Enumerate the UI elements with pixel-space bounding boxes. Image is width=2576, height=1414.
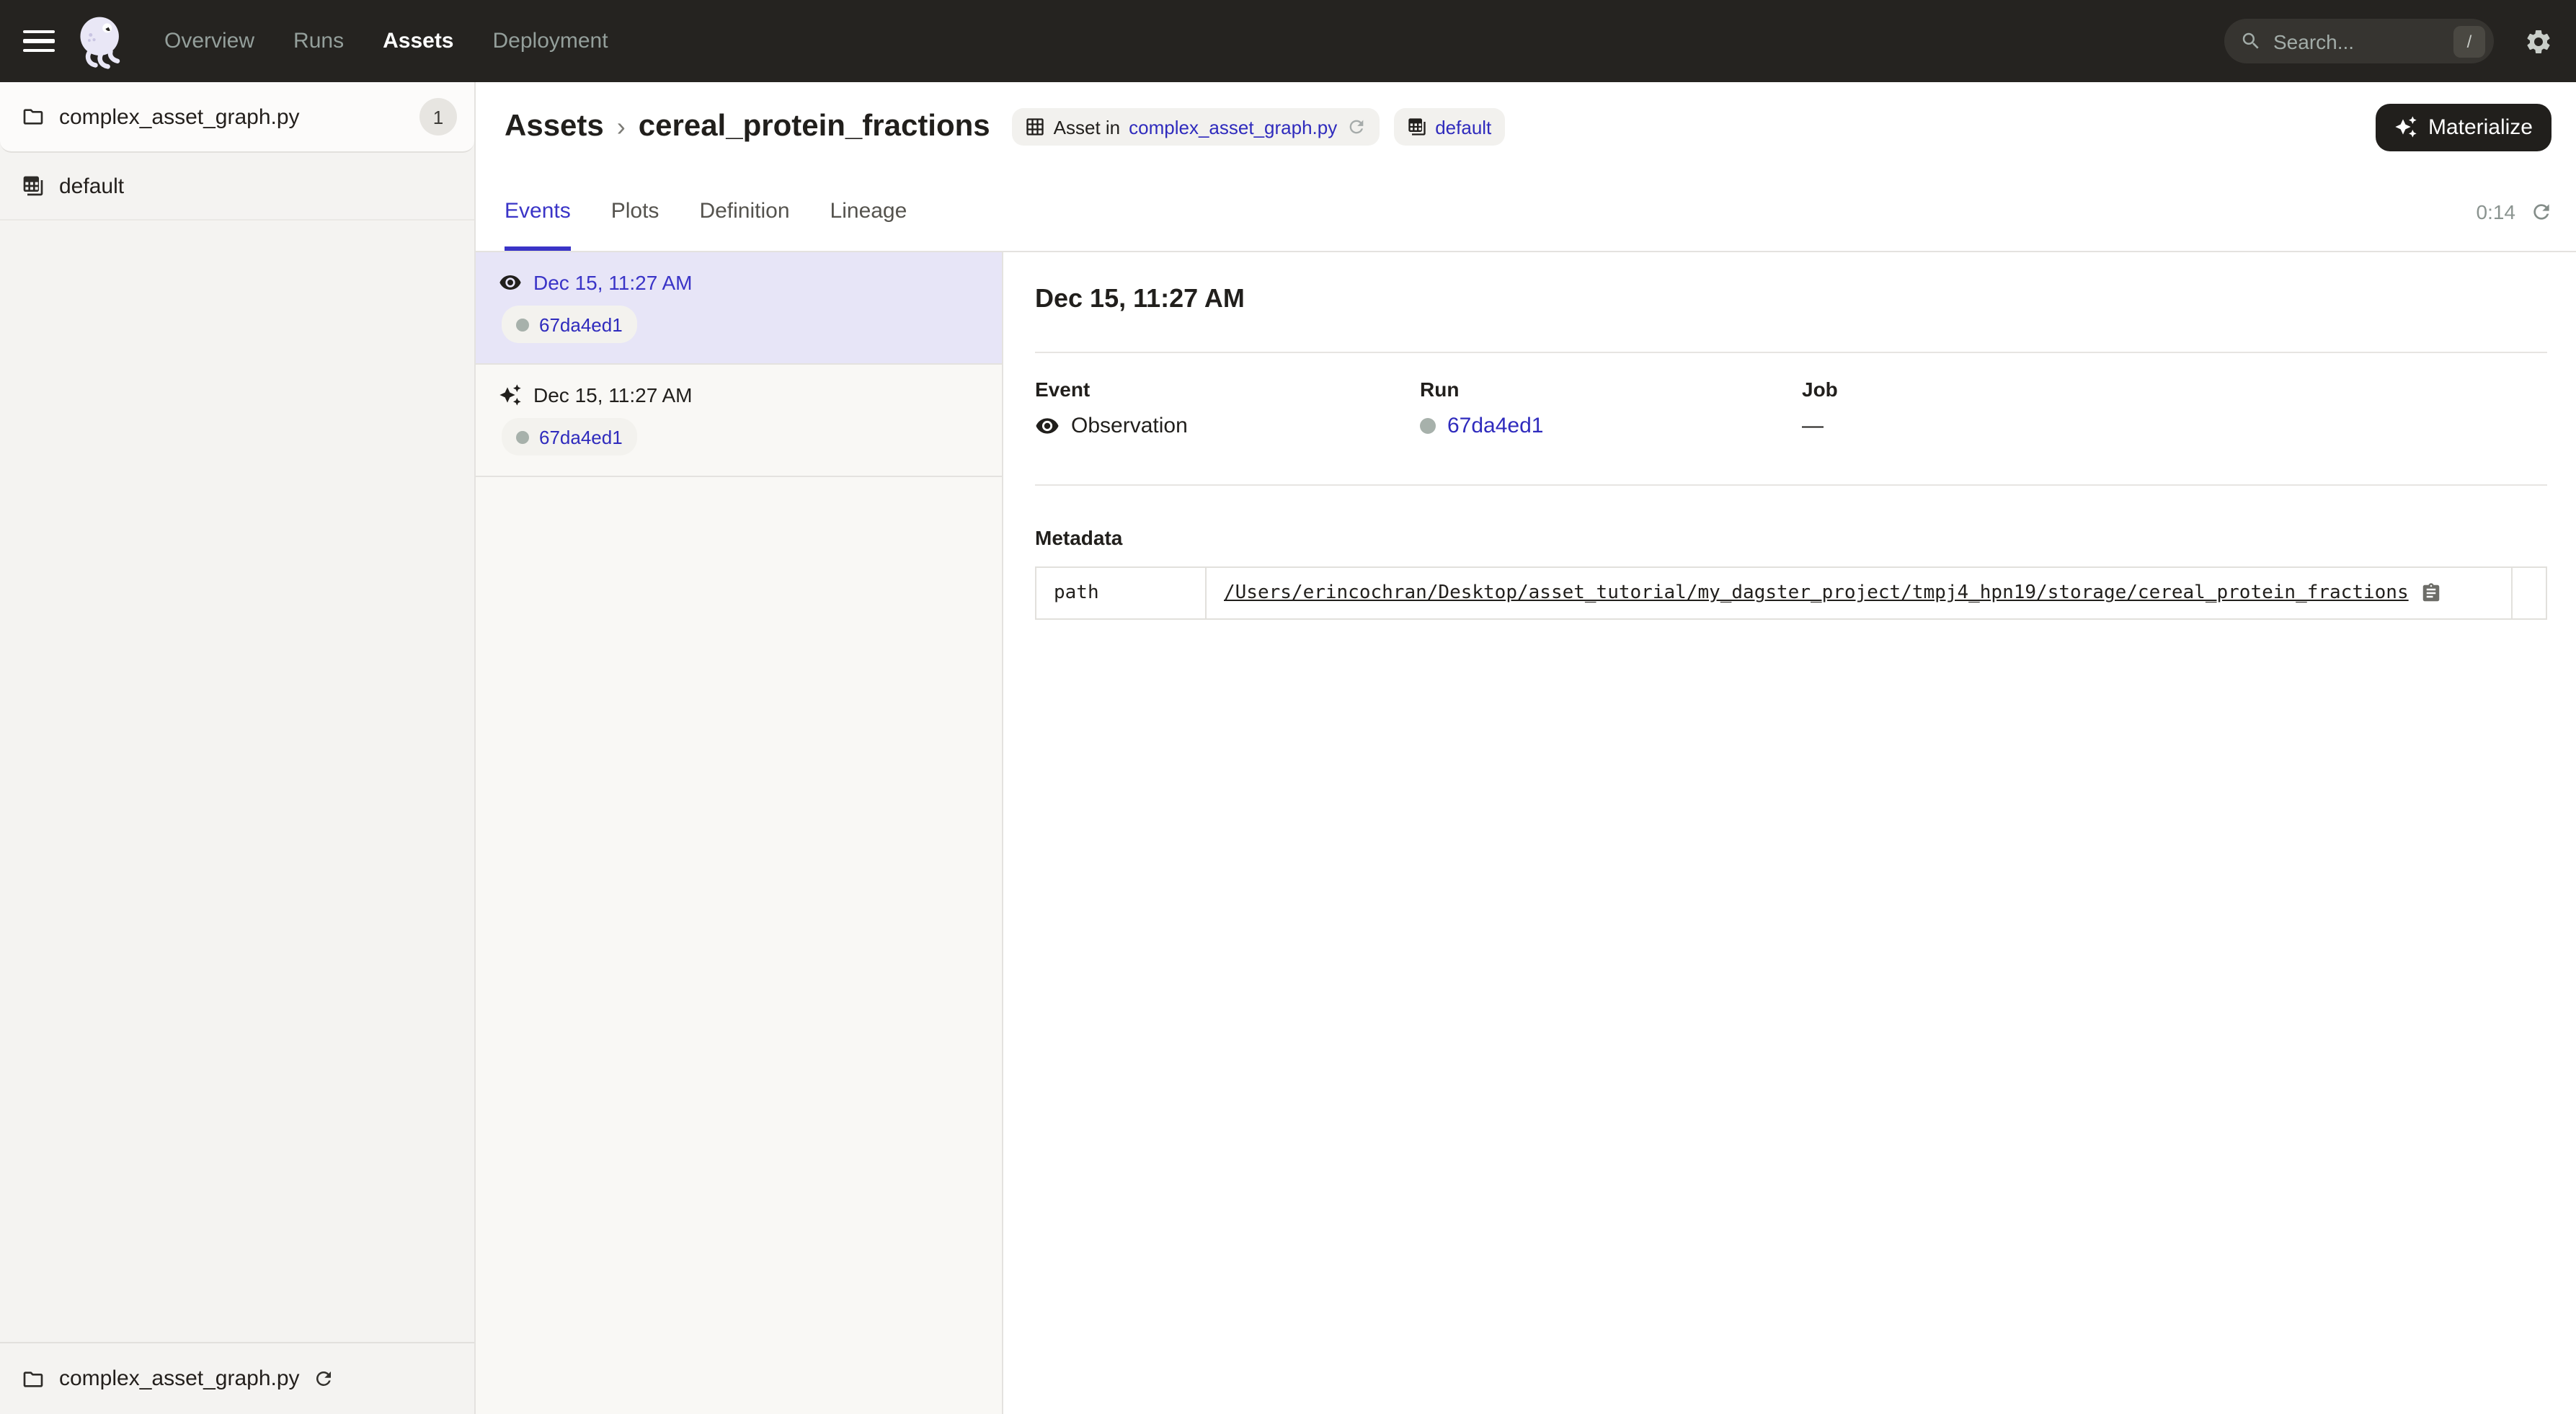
gear-icon[interactable] [2524,27,2553,55]
breadcrumb: Assets › cereal_protein_fractions [505,110,990,144]
asset-location-tag: Asset in complex_asset_graph.py [1012,108,1380,146]
nav-item-overview[interactable]: Overview [164,29,254,53]
search-shortcut-key: / [2453,25,2485,57]
nav-item-deployment[interactable]: Deployment [493,29,608,53]
dagster-app: Overview Runs Assets Deployment / comple… [0,0,2576,1414]
page-title: cereal_protein_fractions [639,110,990,144]
breadcrumb-chevron-icon: › [617,112,626,142]
job-value: — [1802,414,1824,438]
metadata-path-link[interactable]: /Users/erincochran/Desktop/asset_tutoria… [1224,582,2409,604]
job-column-label: Job [1802,378,1838,401]
refresh-icon[interactable] [2530,200,2553,223]
folder-icon [22,105,45,128]
repo-table-icon [22,174,45,197]
top-nav: Overview Runs Assets Deployment / [0,0,2576,82]
event-list-item-observation[interactable]: Dec 15, 11:27 AM 67da4ed1 [476,252,1002,365]
event-column-label: Event [1035,378,1420,401]
reload-asset-icon[interactable] [1346,117,1366,137]
code-location-label: complex_asset_graph.py [59,105,419,129]
tab-events[interactable]: Events [505,172,571,251]
run-id-link[interactable]: 67da4ed1 [539,314,623,335]
group-label: default [59,174,124,198]
search-input[interactable] [2273,30,2453,53]
breadcrumb-assets-link[interactable]: Assets [505,110,604,144]
tab-bar: Events Plots Definition Lineage 0:14 [476,172,2576,252]
repo-default-link[interactable]: default [1435,116,1491,138]
run-id-link[interactable]: 67da4ed1 [1447,414,1544,438]
sparkle-icon [499,383,522,406]
refresh-countdown: 0:14 [2477,200,2516,223]
run-status-dot [516,430,529,443]
tab-plots[interactable]: Plots [611,172,659,251]
search-icon [2240,30,2262,52]
event-timestamp-link[interactable]: Dec 15, 11:27 AM [533,383,693,406]
sparkle-icon [2395,115,2418,138]
event-timestamp-link[interactable]: Dec 15, 11:27 AM [533,271,693,294]
reload-location-icon[interactable] [313,1368,334,1389]
event-list: Dec 15, 11:27 AM 67da4ed1 Dec 15, 11:27 … [476,252,1003,1414]
nav-item-runs[interactable]: Runs [293,29,344,53]
run-badge: 67da4ed1 [502,418,637,455]
run-id-link[interactable]: 67da4ed1 [539,426,623,448]
metadata-table: path /Users/erincochran/Desktop/asset_tu… [1035,566,2547,620]
metadata-value-cell: /Users/erincochran/Desktop/asset_tutoria… [1207,568,2511,618]
metadata-key-cell: path [1036,568,1207,618]
sidebar-item-group-default[interactable]: default [0,153,474,221]
eye-icon [499,271,522,294]
copy-clipboard-icon[interactable] [2420,582,2442,604]
search-box[interactable]: / [2224,19,2494,63]
header-tags: Asset in complex_asset_graph.py default [1012,108,1505,146]
nav-item-assets[interactable]: Assets [383,29,453,53]
tab-lineage[interactable]: Lineage [830,172,907,251]
run-status-dot [1420,418,1436,434]
materialize-button[interactable]: Materialize [2376,103,2551,151]
main-panel: Assets › cereal_protein_fractions Asset … [476,82,2576,1414]
sidebar-footer: complex_asset_graph.py [0,1342,474,1414]
run-column-label: Run [1420,378,1802,401]
event-detail-title: Dec 15, 11:27 AM [1035,284,2547,314]
run-status-dot [516,318,529,331]
sidebar: complex_asset_graph.py 1 default complex… [0,82,476,1414]
asset-grid-icon [1025,117,1045,137]
nav-links: Overview Runs Assets Deployment [164,29,608,53]
materialize-label: Materialize [2428,115,2533,139]
run-badge: 67da4ed1 [502,306,637,343]
tab-definition[interactable]: Definition [699,172,789,251]
folder-icon [22,1367,45,1390]
event-detail-panel: Dec 15, 11:27 AM Event Observation Run [1003,252,2576,1414]
hamburger-menu-icon[interactable] [23,25,55,58]
asset-tag-prefix: Asset in [1054,116,1121,138]
footer-code-location-label: complex_asset_graph.py [59,1366,300,1391]
dagster-logo-icon[interactable] [72,11,133,71]
asset-count-badge: 1 [419,98,457,135]
event-list-item-materialization[interactable]: Dec 15, 11:27 AM 67da4ed1 [476,365,1002,477]
metadata-end-cell [2511,568,2546,618]
event-type-value: Observation [1071,414,1188,438]
sidebar-item-code-location[interactable]: complex_asset_graph.py 1 [0,82,474,153]
metadata-heading: Metadata [1035,526,2547,549]
page-header: Assets › cereal_protein_fractions Asset … [476,82,2576,172]
repo-table-icon [1406,117,1426,137]
eye-icon [1035,414,1060,438]
asset-location-link[interactable]: complex_asset_graph.py [1129,116,1337,138]
repo-tag: default [1393,108,1504,146]
